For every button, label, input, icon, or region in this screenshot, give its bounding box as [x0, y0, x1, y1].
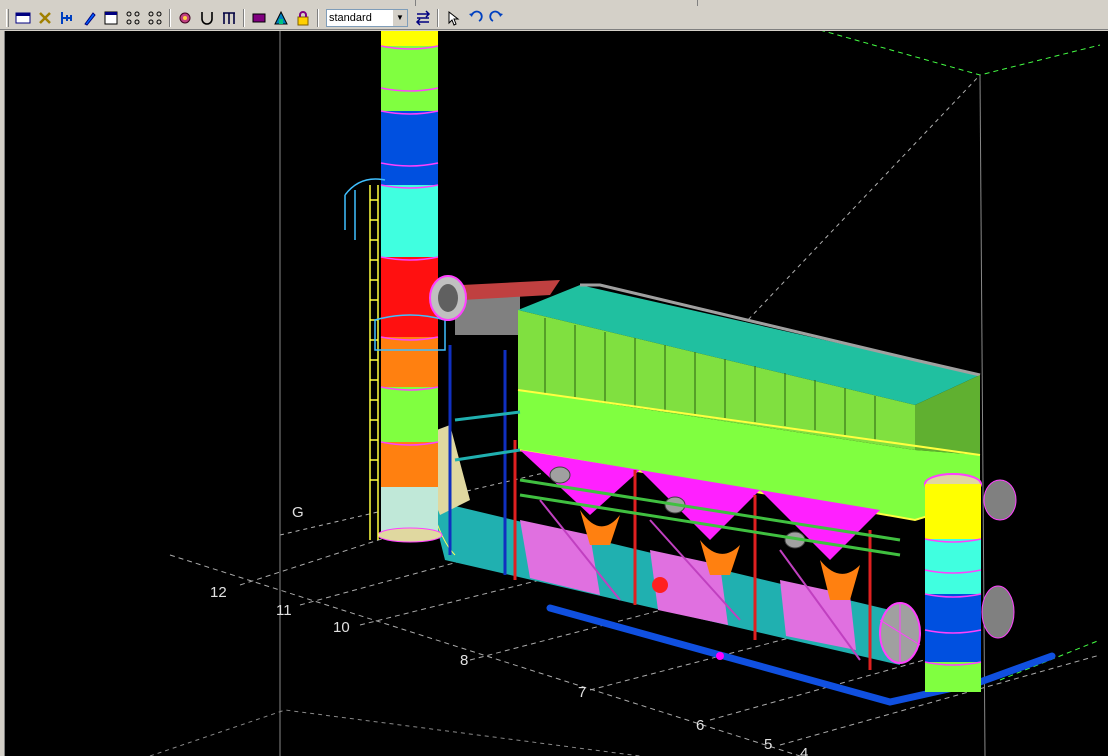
- settings-gear-icon[interactable]: [174, 8, 195, 28]
- main-toolbar: ▼: [0, 6, 1108, 30]
- grid-label-12: 12: [210, 584, 227, 601]
- chevron-down-icon[interactable]: ▼: [392, 9, 407, 26]
- model-scene[interactable]: G A 12 11 10 8 7 6 5 4: [5, 31, 1108, 756]
- toolbar-separator: [317, 8, 319, 27]
- window-icon[interactable]: [100, 8, 121, 28]
- stack-icon[interactable]: [412, 8, 433, 28]
- view-style-combobox[interactable]: ▼: [326, 8, 408, 27]
- grid-label-10: 10: [333, 619, 350, 636]
- grid-label-5: 5: [764, 736, 772, 753]
- lift-icon[interactable]: [270, 8, 291, 28]
- grid-dots-2-icon[interactable]: [144, 8, 165, 28]
- grid-label-8: 8: [460, 652, 468, 669]
- 3d-model-viewport[interactable]: G A 12 11 10 8 7 6 5 4: [5, 31, 1108, 756]
- grid-label-4: 4: [800, 745, 808, 756]
- grid-dots-icon[interactable]: [122, 8, 143, 28]
- grid-label-7: 7: [578, 684, 586, 701]
- beam-icon[interactable]: [56, 8, 77, 28]
- padlock-icon[interactable]: [292, 8, 313, 28]
- pipe-bend-icon[interactable]: [196, 8, 217, 28]
- purple-block-icon[interactable]: [248, 8, 269, 28]
- grid-label-g: G: [292, 504, 304, 521]
- toolbar-separator: [169, 8, 171, 27]
- frame-icon[interactable]: [218, 8, 239, 28]
- undo-icon[interactable]: [464, 8, 485, 28]
- stack-inlet-nozzle: [429, 275, 467, 321]
- view-style-input[interactable]: [327, 9, 389, 26]
- delete-icon[interactable]: [34, 8, 55, 28]
- pencil-icon[interactable]: [78, 8, 99, 28]
- select-view-icon[interactable]: [12, 8, 33, 28]
- pointer-icon[interactable]: [442, 8, 463, 28]
- right-exhaust-stack[interactable]: [924, 473, 1017, 692]
- grid-label-6: 6: [696, 717, 704, 734]
- toolbar-grip[interactable]: [6, 8, 9, 27]
- grid-label-11: 11: [276, 602, 292, 619]
- toolbar-separator: [243, 8, 245, 27]
- redo-icon[interactable]: [486, 8, 507, 28]
- pipe-flange: [716, 652, 724, 660]
- toolbar-separator: [437, 8, 439, 27]
